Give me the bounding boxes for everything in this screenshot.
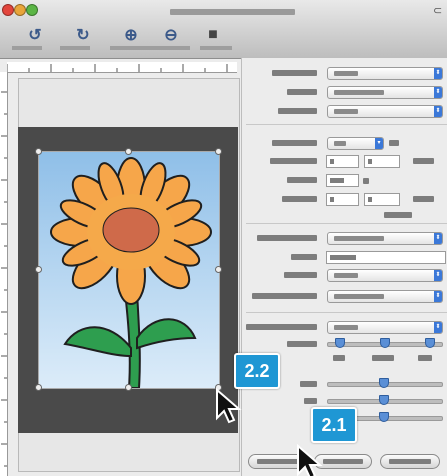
setting-popup[interactable]: ⬍ xyxy=(327,67,443,80)
setting-popup[interactable]: ⬍ xyxy=(327,290,443,303)
popup-arrow-icon: ⬍ xyxy=(434,106,442,117)
setting-label xyxy=(252,293,317,299)
setting-popup[interactable]: ⬍ xyxy=(327,269,443,282)
window-title xyxy=(170,9,295,15)
popup-arrow-icon: ⬍ xyxy=(434,68,442,79)
slider-thumb[interactable] xyxy=(335,338,345,348)
popup-arrow-icon: ⬍ xyxy=(434,87,442,98)
setting-label xyxy=(272,70,317,76)
zoom-button[interactable] xyxy=(26,4,38,16)
size-field[interactable] xyxy=(364,155,400,168)
toolbar-label xyxy=(60,46,90,50)
name-field[interactable] xyxy=(326,251,446,264)
callout-scan-area: 2.2 xyxy=(234,353,280,389)
popup-arrow-icon: ⬍ xyxy=(434,233,442,244)
popup-arrow-icon: ⬍ xyxy=(434,322,442,333)
setting-label xyxy=(363,178,369,184)
sunflower-image xyxy=(50,157,212,388)
setting-label xyxy=(300,381,317,387)
setting-popup[interactable]: ⬍ xyxy=(327,321,443,334)
mouse-pointer-icon xyxy=(297,444,323,476)
setting-popup[interactable]: ⬍ xyxy=(327,86,443,99)
rotate-right-icon[interactable]: ↻ xyxy=(70,24,96,46)
resolution-field[interactable] xyxy=(326,174,359,187)
selection-handle[interactable] xyxy=(215,266,222,273)
toolbar-label xyxy=(12,46,42,50)
unit-popup[interactable]: ▾ xyxy=(327,137,384,150)
setting-popup[interactable]: ⬍ xyxy=(327,232,443,245)
toolbar-toggle-icon[interactable]: ⊂ xyxy=(433,4,442,17)
scan-selection-area[interactable] xyxy=(38,151,220,389)
setting-label xyxy=(246,324,317,330)
size-field[interactable] xyxy=(364,193,400,206)
slider-thumb[interactable] xyxy=(380,338,390,348)
section-divider xyxy=(246,124,447,125)
popup-arrow-icon: ▾ xyxy=(375,138,383,149)
setting-label xyxy=(287,89,317,95)
slider-thumb[interactable] xyxy=(425,338,435,348)
popup-arrow-icon: ⬍ xyxy=(434,270,442,281)
minimize-button[interactable] xyxy=(14,4,26,16)
setting-label xyxy=(413,196,434,202)
selection-handle[interactable] xyxy=(125,148,132,155)
setting-label xyxy=(372,355,394,361)
setting-label xyxy=(304,398,317,404)
setting-label xyxy=(389,140,399,146)
setting-label xyxy=(284,272,317,278)
done-button[interactable] xyxy=(380,454,440,469)
zoom-out-icon[interactable]: ⊖ xyxy=(158,24,184,46)
popup-arrow-icon: ⬍ xyxy=(434,291,442,302)
size-field[interactable] xyxy=(326,155,359,168)
setting-label xyxy=(287,341,317,347)
slider-thumb[interactable] xyxy=(379,395,389,405)
vertical-ruler xyxy=(0,72,8,476)
setting-label xyxy=(278,108,317,114)
size-field[interactable] xyxy=(326,193,359,206)
rotate-left-icon[interactable]: ↺ xyxy=(22,24,48,46)
selection-handle[interactable] xyxy=(35,384,42,391)
setting-label xyxy=(413,158,434,164)
zoom-in-icon[interactable]: ⊕ xyxy=(118,24,144,46)
mouse-pointer-icon xyxy=(216,388,242,424)
setting-label xyxy=(287,177,317,183)
setting-label xyxy=(333,355,345,361)
horizontal-ruler xyxy=(7,62,237,73)
selection-handle[interactable] xyxy=(35,148,42,155)
slider-thumb[interactable] xyxy=(379,412,389,422)
toolbar-label xyxy=(200,46,232,50)
selection-handle[interactable] xyxy=(215,148,222,155)
setting-label xyxy=(272,140,317,146)
setting-label xyxy=(270,158,317,164)
section-divider xyxy=(246,223,447,224)
section-divider xyxy=(246,312,447,313)
toolbar-label xyxy=(110,46,190,50)
setting-label xyxy=(257,235,317,241)
setting-label xyxy=(291,254,317,260)
selection-handle[interactable] xyxy=(125,384,132,391)
callout-scan-button: 2.1 xyxy=(311,407,357,443)
setting-label xyxy=(282,196,317,202)
close-button[interactable] xyxy=(2,4,14,16)
setting-popup[interactable]: ⬍ xyxy=(327,105,443,118)
overview-icon[interactable]: ■ xyxy=(200,24,226,46)
setting-label xyxy=(384,212,412,218)
setting-label xyxy=(418,355,432,361)
selection-handle[interactable] xyxy=(35,266,42,273)
slider-thumb[interactable] xyxy=(379,378,389,388)
